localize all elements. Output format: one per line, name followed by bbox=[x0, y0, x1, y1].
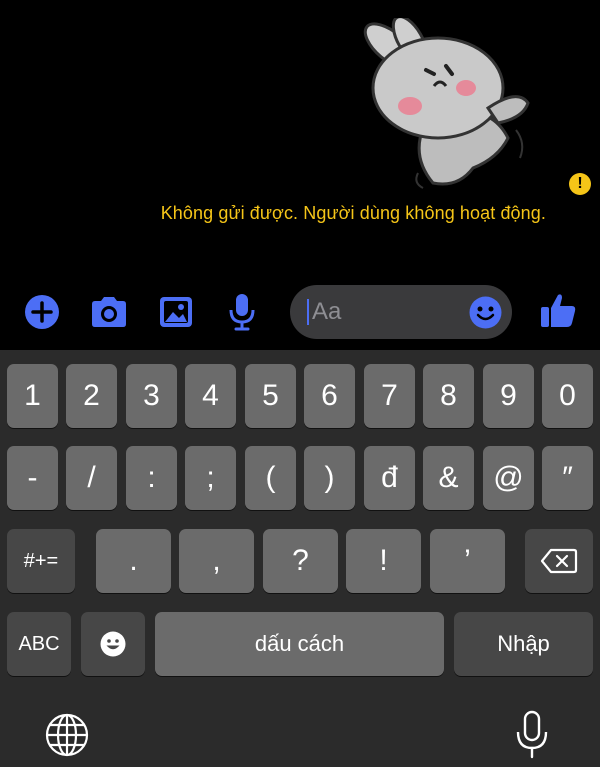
exclamation-icon: ! bbox=[569, 173, 591, 195]
message-input-placeholder: Aa bbox=[312, 298, 342, 325]
key-5[interactable]: 5 bbox=[245, 364, 296, 428]
add-button[interactable] bbox=[22, 292, 62, 332]
keyboard: 1 2 3 4 5 6 7 8 9 0 - / : ; ( ) đ & @ ″ … bbox=[0, 350, 600, 767]
emoji-icon[interactable] bbox=[469, 296, 502, 329]
key-slash[interactable]: / bbox=[66, 446, 117, 510]
send-error-message: Không gửi được. Người dùng không hoạt độ… bbox=[160, 203, 546, 223]
voice-button[interactable] bbox=[222, 292, 262, 332]
backspace-icon bbox=[540, 548, 578, 574]
key-apostrophe[interactable]: ’ bbox=[430, 529, 505, 593]
microphone-icon bbox=[229, 294, 255, 331]
key-close-paren[interactable]: ) bbox=[304, 446, 355, 510]
key-7[interactable]: 7 bbox=[364, 364, 415, 428]
chat-area: ! Không gửi được. Người dùng không hoạt … bbox=[0, 0, 600, 280]
space-key[interactable]: dấu cách bbox=[155, 612, 444, 676]
thumbs-up-icon bbox=[541, 294, 576, 327]
key-9[interactable]: 9 bbox=[483, 364, 534, 428]
gallery-button[interactable] bbox=[156, 292, 196, 332]
key-6[interactable]: 6 bbox=[304, 364, 355, 428]
key-colon[interactable]: : bbox=[126, 446, 177, 510]
key-8[interactable]: 8 bbox=[423, 364, 474, 428]
key-exclamation[interactable]: ! bbox=[346, 529, 421, 593]
key-0[interactable]: 0 bbox=[542, 364, 593, 428]
plus-icon bbox=[25, 295, 59, 329]
backspace-key[interactable] bbox=[525, 529, 593, 593]
text-caret bbox=[307, 299, 309, 325]
return-key[interactable]: Nhập bbox=[454, 612, 593, 676]
camera-button[interactable] bbox=[89, 292, 129, 332]
key-at[interactable]: @ bbox=[483, 446, 534, 510]
key-ampersand[interactable]: & bbox=[423, 446, 474, 510]
message-input[interactable]: Aa bbox=[290, 285, 512, 339]
key-open-paren[interactable]: ( bbox=[245, 446, 296, 510]
key-period[interactable]: . bbox=[96, 529, 171, 593]
message-composer: Aa bbox=[0, 280, 600, 350]
key-d-stroke[interactable]: đ bbox=[364, 446, 415, 510]
key-question[interactable]: ? bbox=[263, 529, 338, 593]
dictation-mic-icon[interactable] bbox=[514, 710, 550, 760]
globe-icon[interactable] bbox=[44, 712, 90, 758]
key-semicolon[interactable]: ; bbox=[185, 446, 236, 510]
bunny-sticker[interactable] bbox=[348, 18, 538, 193]
key-quote[interactable]: ″ bbox=[542, 446, 593, 510]
key-3[interactable]: 3 bbox=[126, 364, 177, 428]
key-2[interactable]: 2 bbox=[66, 364, 117, 428]
like-button[interactable] bbox=[538, 290, 578, 330]
key-1[interactable]: 1 bbox=[7, 364, 58, 428]
emoji-icon bbox=[100, 631, 126, 657]
key-more-symbols[interactable]: #+= bbox=[7, 529, 75, 593]
image-icon bbox=[160, 297, 192, 327]
key-hyphen[interactable]: - bbox=[7, 446, 58, 510]
camera-icon bbox=[92, 297, 126, 327]
key-4[interactable]: 4 bbox=[185, 364, 236, 428]
abc-key[interactable]: ABC bbox=[7, 612, 71, 676]
key-comma[interactable]: , bbox=[179, 529, 254, 593]
emoji-key[interactable] bbox=[81, 612, 145, 676]
